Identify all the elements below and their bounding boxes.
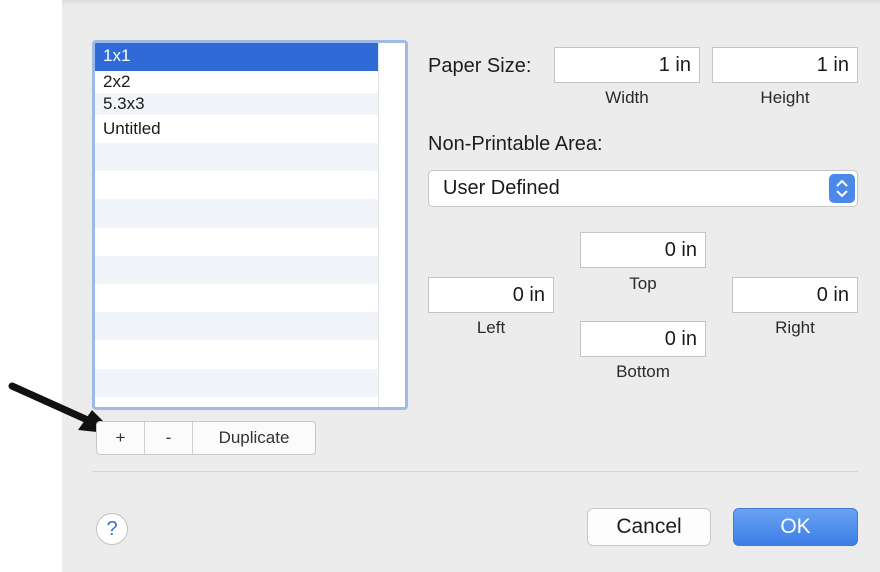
left-caption: Left: [476, 318, 506, 337]
cancel-button[interactable]: Cancel: [587, 508, 711, 546]
empty-list-row: [95, 227, 379, 256]
non-printable-area-label: Non-Printable Area:: [428, 133, 603, 155]
paper-height-field[interactable]: 1 in: [712, 47, 858, 83]
ok-button[interactable]: OK: [733, 508, 858, 546]
empty-list-row: [95, 340, 379, 369]
selected-option-label: User Defined: [443, 177, 560, 199]
right-caption: Right: [775, 318, 815, 337]
width-caption: Width: [605, 88, 649, 107]
list-item-1x1[interactable]: 1x1: [95, 43, 379, 71]
empty-list-row: [95, 283, 379, 313]
list-item-untitled[interactable]: Untitled: [95, 115, 379, 143]
empty-list-row: [95, 368, 379, 397]
add-paper-button[interactable]: +: [97, 422, 145, 454]
paper-size-label: Paper Size:: [428, 55, 532, 77]
empty-list-row: [95, 171, 379, 200]
margin-left-field[interactable]: 0 in: [428, 277, 554, 313]
remove-paper-button[interactable]: -: [145, 422, 193, 454]
list-edit-buttons: + - Duplicate: [96, 421, 316, 455]
margin-bottom-field[interactable]: 0 in: [580, 321, 706, 357]
margin-right-field[interactable]: 0 in: [732, 277, 858, 313]
dialog-top-edge: [62, 0, 880, 6]
list-item-2x2[interactable]: 2x2: [95, 71, 379, 93]
paper-size-list[interactable]: 1x1 2x2 5.3x3 Untitled: [92, 40, 408, 410]
empty-list-row: [95, 312, 379, 341]
footer-divider: [92, 471, 858, 472]
duplicate-paper-button[interactable]: Duplicate: [193, 422, 315, 454]
height-caption: Height: [760, 88, 810, 107]
list-item-5-3x3[interactable]: 5.3x3: [95, 93, 379, 115]
paper-size-list-rows: 1x1 2x2 5.3x3 Untitled: [95, 43, 379, 407]
help-button[interactable]: ?: [96, 513, 128, 545]
empty-list-row: [95, 199, 379, 228]
list-scrollbar-track[interactable]: [378, 43, 405, 407]
bottom-caption: Bottom: [616, 362, 670, 381]
paper-width-field[interactable]: 1 in: [554, 47, 700, 83]
empty-list-row: [95, 143, 379, 172]
chevron-up-down-icon: [829, 174, 855, 203]
margin-top-field[interactable]: 0 in: [580, 232, 706, 268]
non-printable-area-select[interactable]: User Defined: [428, 170, 858, 207]
empty-list-row: [95, 255, 379, 284]
top-caption: Top: [629, 274, 657, 293]
